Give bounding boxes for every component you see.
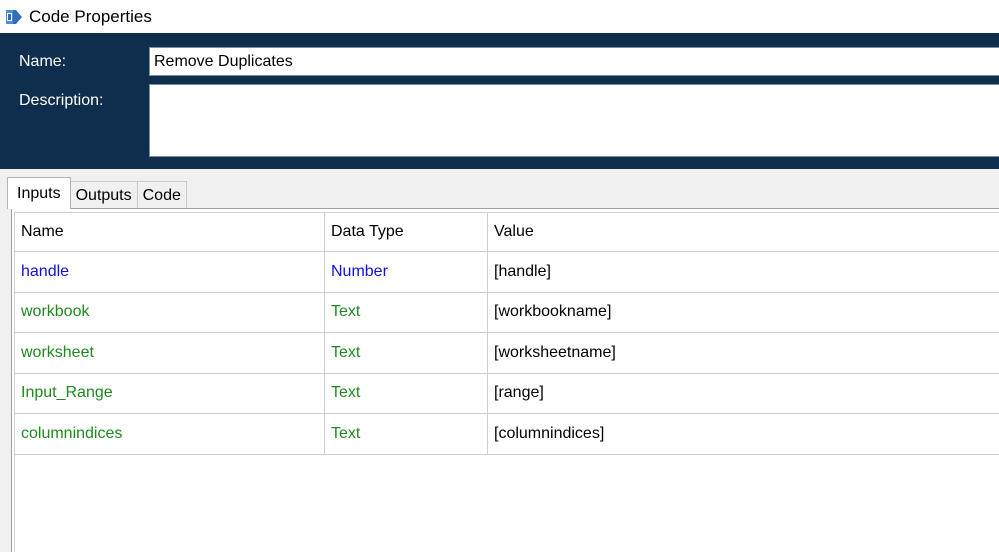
description-input[interactable] (149, 84, 999, 157)
cell-data-type[interactable]: Text (325, 333, 488, 373)
cell-value[interactable]: [worksheetname] (488, 333, 999, 373)
cell-name[interactable]: handle (15, 252, 325, 292)
cell-value[interactable]: [handle] (488, 252, 999, 292)
cell-data-type[interactable]: Text (325, 292, 488, 332)
name-input[interactable] (149, 47, 999, 76)
tab-strip: Inputs Outputs Code (7, 177, 187, 209)
cell-value[interactable]: [columnindices] (488, 414, 999, 454)
grid-header-row: Name Data Type Value (15, 213, 999, 252)
code-stage-icon (4, 8, 24, 26)
table-row[interactable]: columnindices Text [columnindices] (15, 414, 999, 455)
table-row[interactable]: Input_Range Text [range] (15, 373, 999, 414)
cell-value[interactable]: [workbookname] (488, 293, 999, 333)
cell-value[interactable]: [range] (488, 374, 999, 414)
cell-name[interactable]: worksheet (15, 333, 325, 373)
description-label: Description: (19, 92, 104, 109)
column-header-data-type[interactable]: Data Type (325, 213, 488, 251)
cell-data-type[interactable]: Number (325, 252, 488, 292)
tab-code[interactable]: Code (136, 181, 187, 209)
column-header-value[interactable]: Value (488, 213, 999, 251)
column-header-name[interactable]: Name (15, 213, 325, 251)
cell-data-type[interactable]: Text (325, 373, 488, 413)
window-title: Code Properties (29, 6, 152, 26)
inputs-grid-body: Name Data Type Value handle Number [hand… (14, 212, 999, 552)
tab-inputs[interactable]: Inputs (7, 177, 71, 209)
cell-name[interactable]: columnindices (15, 414, 325, 454)
cell-name[interactable]: workbook (15, 292, 325, 332)
title-bar: Code Properties (0, 0, 999, 33)
cell-data-type[interactable]: Text (325, 414, 488, 454)
table-row[interactable]: handle Number [handle] (15, 252, 999, 293)
properties-header-panel: Name: Description: (0, 33, 999, 169)
table-row[interactable]: workbook Text [workbookname] (15, 292, 999, 333)
inputs-grid: Name Data Type Value handle Number [hand… (11, 208, 999, 552)
cell-name[interactable]: Input_Range (15, 373, 325, 413)
tab-outputs[interactable]: Outputs (69, 181, 138, 209)
name-label: Name: (19, 53, 67, 70)
content-area: Inputs Outputs Code Name Data Type Value… (0, 169, 999, 552)
table-row[interactable]: worksheet Text [worksheetname] (15, 333, 999, 374)
